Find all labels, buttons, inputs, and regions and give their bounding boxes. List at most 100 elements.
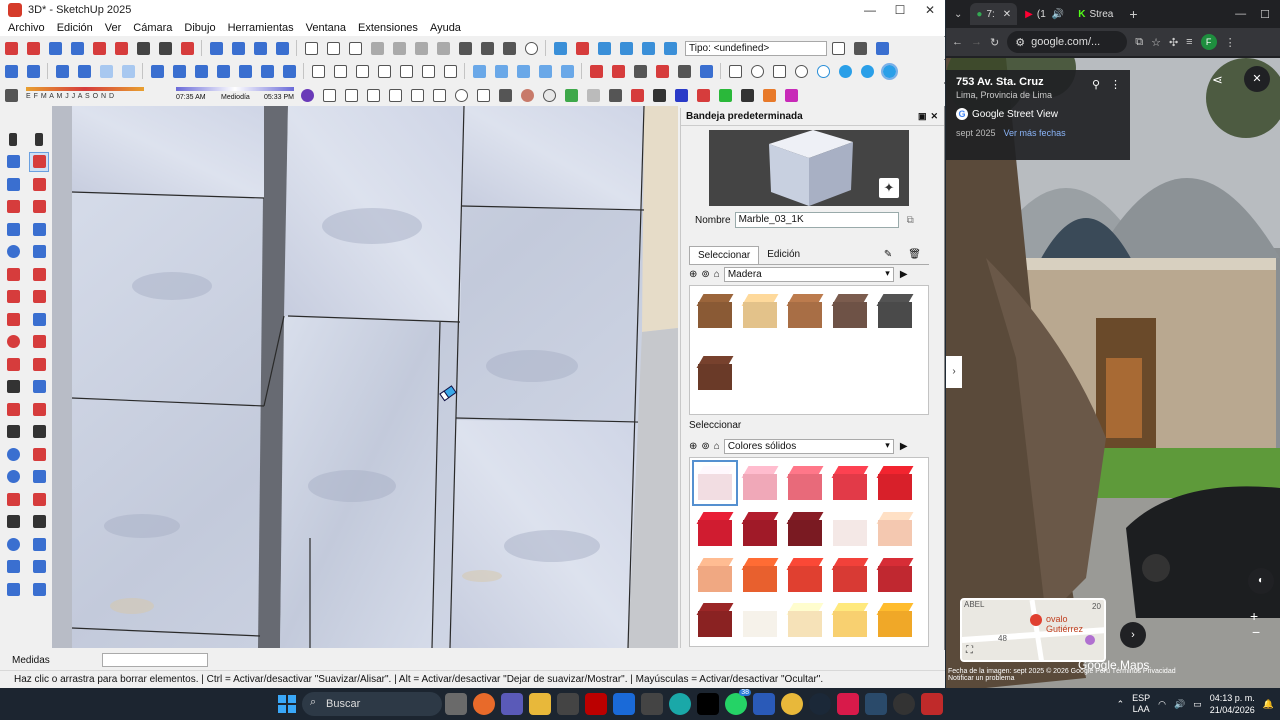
sandbox2-icon[interactable] — [30, 558, 48, 576]
share-icon[interactable]: ⋖ — [1212, 72, 1223, 88]
rotated-rect-icon[interactable] — [30, 220, 48, 238]
cube-icon[interactable] — [319, 86, 339, 104]
select-icon[interactable] — [1, 62, 21, 80]
battery-icon[interactable]: ▭ — [1193, 699, 1202, 710]
circle-icon[interactable] — [4, 243, 22, 261]
tab-list-icon[interactable]: ⌄ — [954, 9, 962, 20]
undo-icon[interactable] — [455, 39, 475, 57]
box-icon[interactable] — [473, 86, 493, 104]
delete-icon[interactable] — [433, 39, 453, 57]
curve2-icon[interactable] — [605, 86, 625, 104]
paint-icon[interactable] — [1, 86, 21, 104]
rectangle-icon[interactable] — [4, 220, 22, 238]
notification-icon[interactable]: 🔔 — [1263, 699, 1274, 710]
lasso-icon[interactable] — [30, 130, 48, 148]
back-view-icon[interactable] — [235, 62, 255, 80]
droplet-blue-icon[interactable] — [857, 62, 877, 80]
right-view-icon[interactable] — [213, 62, 233, 80]
solid-color-swatch[interactable] — [739, 599, 781, 641]
app-icon[interactable] — [557, 693, 579, 715]
push-pull-icon[interactable] — [30, 310, 48, 328]
paint-bucket-tool-icon[interactable] — [4, 153, 22, 171]
panel-expand-icon[interactable]: › — [946, 356, 962, 388]
start-icon[interactable] — [278, 695, 296, 713]
sandbox-icon[interactable] — [4, 558, 22, 576]
camera-icon[interactable] — [407, 86, 427, 104]
github-icon[interactable] — [893, 693, 915, 715]
solid-color-swatch[interactable] — [739, 462, 781, 504]
sandbox4-icon[interactable] — [30, 580, 48, 598]
walk-tool-icon[interactable] — [30, 513, 48, 531]
arch-icon[interactable] — [385, 86, 405, 104]
file-explorer-icon[interactable] — [445, 693, 467, 715]
edge-icon[interactable] — [669, 693, 691, 715]
teams-icon[interactable] — [501, 693, 523, 715]
previous-tool-icon[interactable] — [30, 490, 48, 508]
orbit-tool-icon[interactable] — [4, 445, 22, 463]
add-material-icon[interactable]: ⊕ — [689, 269, 697, 280]
mini-map[interactable]: ABEL ovalo Gutiérrez 48 20 ⛶ — [960, 598, 1106, 662]
steam-icon[interactable] — [809, 693, 831, 715]
rotate-icon[interactable] — [4, 333, 22, 351]
scale-icon[interactable] — [4, 355, 22, 373]
tab-youtube[interactable]: ▶ (1 🔊 — [1019, 3, 1070, 25]
droplet-icon[interactable] — [835, 62, 855, 80]
front-view-icon[interactable] — [191, 62, 211, 80]
menu-camara[interactable]: Cámara — [125, 22, 176, 34]
model-viewport[interactable] — [52, 106, 678, 648]
dark-arrow-icon[interactable] — [649, 86, 669, 104]
scene-icon[interactable] — [557, 62, 577, 80]
profile-avatar[interactable]: F — [1200, 34, 1217, 50]
outlook-icon[interactable] — [613, 693, 635, 715]
wood-swatch[interactable] — [829, 290, 871, 332]
chrome-minimize-icon[interactable]: — — [1235, 8, 1246, 20]
3d-text-icon[interactable] — [30, 423, 48, 441]
zoom-window-icon[interactable] — [67, 39, 87, 57]
dark-arrow2-icon[interactable] — [737, 86, 757, 104]
solid-color-swatch[interactable] — [874, 508, 916, 550]
clock[interactable]: 04:13 p. m. 21/04/2026 — [1210, 692, 1255, 716]
whatsapp-icon[interactable]: 38 — [725, 689, 751, 715]
library-details-icon[interactable]: ⊚ — [701, 269, 709, 280]
plugin-d-icon[interactable] — [652, 62, 672, 80]
top-view-icon[interactable] — [169, 62, 189, 80]
plugin-b-icon[interactable] — [608, 62, 628, 80]
solid-color-swatch[interactable] — [694, 554, 736, 596]
freehand-icon[interactable] — [30, 198, 48, 216]
no-entry-icon[interactable] — [791, 62, 811, 80]
left-view-icon[interactable] — [257, 62, 277, 80]
follow-me-icon[interactable] — [30, 333, 48, 351]
eraser-icon[interactable] — [23, 39, 43, 57]
solid-color-swatch[interactable] — [874, 554, 916, 596]
iso-view-icon[interactable] — [147, 62, 167, 80]
move-icon[interactable] — [4, 310, 22, 328]
plugin-c-icon[interactable] — [630, 62, 650, 80]
solid-color-swatch[interactable] — [829, 462, 871, 504]
tab-edit[interactable]: Edición — [759, 246, 808, 264]
chevron-up-icon[interactable]: ⌃ — [1117, 699, 1125, 710]
forward-icon[interactable]: ▶ — [900, 269, 908, 280]
add-material-icon-2[interactable]: ⊕ — [689, 441, 697, 452]
zoom-in-icon[interactable]: + — [1250, 608, 1258, 624]
section-display-icon[interactable] — [638, 39, 658, 57]
axes-icon[interactable] — [52, 62, 72, 80]
month-slider[interactable] — [26, 87, 144, 91]
green-arrow-icon[interactable] — [715, 86, 735, 104]
sv-close-icon[interactable]: ✕ — [1244, 66, 1270, 92]
curve-icon[interactable] — [495, 86, 515, 104]
axes-tool-icon[interactable] — [30, 400, 48, 418]
solid-color-swatch[interactable] — [739, 508, 781, 550]
section-plane-icon[interactable] — [550, 39, 570, 57]
firefox-icon[interactable] — [473, 693, 495, 715]
duplicate-icon[interactable]: ⧉ — [907, 215, 914, 226]
tiktok-icon[interactable] — [697, 693, 719, 715]
cube2-icon[interactable] — [341, 86, 361, 104]
section-tool-icon[interactable] — [30, 535, 48, 553]
wood-swatch[interactable] — [694, 352, 736, 394]
taskbar-search[interactable]: ⌕ Buscar — [302, 692, 442, 716]
eraser2-icon[interactable] — [30, 175, 48, 193]
polygon-icon[interactable] — [30, 243, 48, 261]
netflix-icon[interactable] — [585, 693, 607, 715]
film-icon[interactable] — [363, 86, 383, 104]
plugin-f-icon[interactable] — [696, 62, 716, 80]
